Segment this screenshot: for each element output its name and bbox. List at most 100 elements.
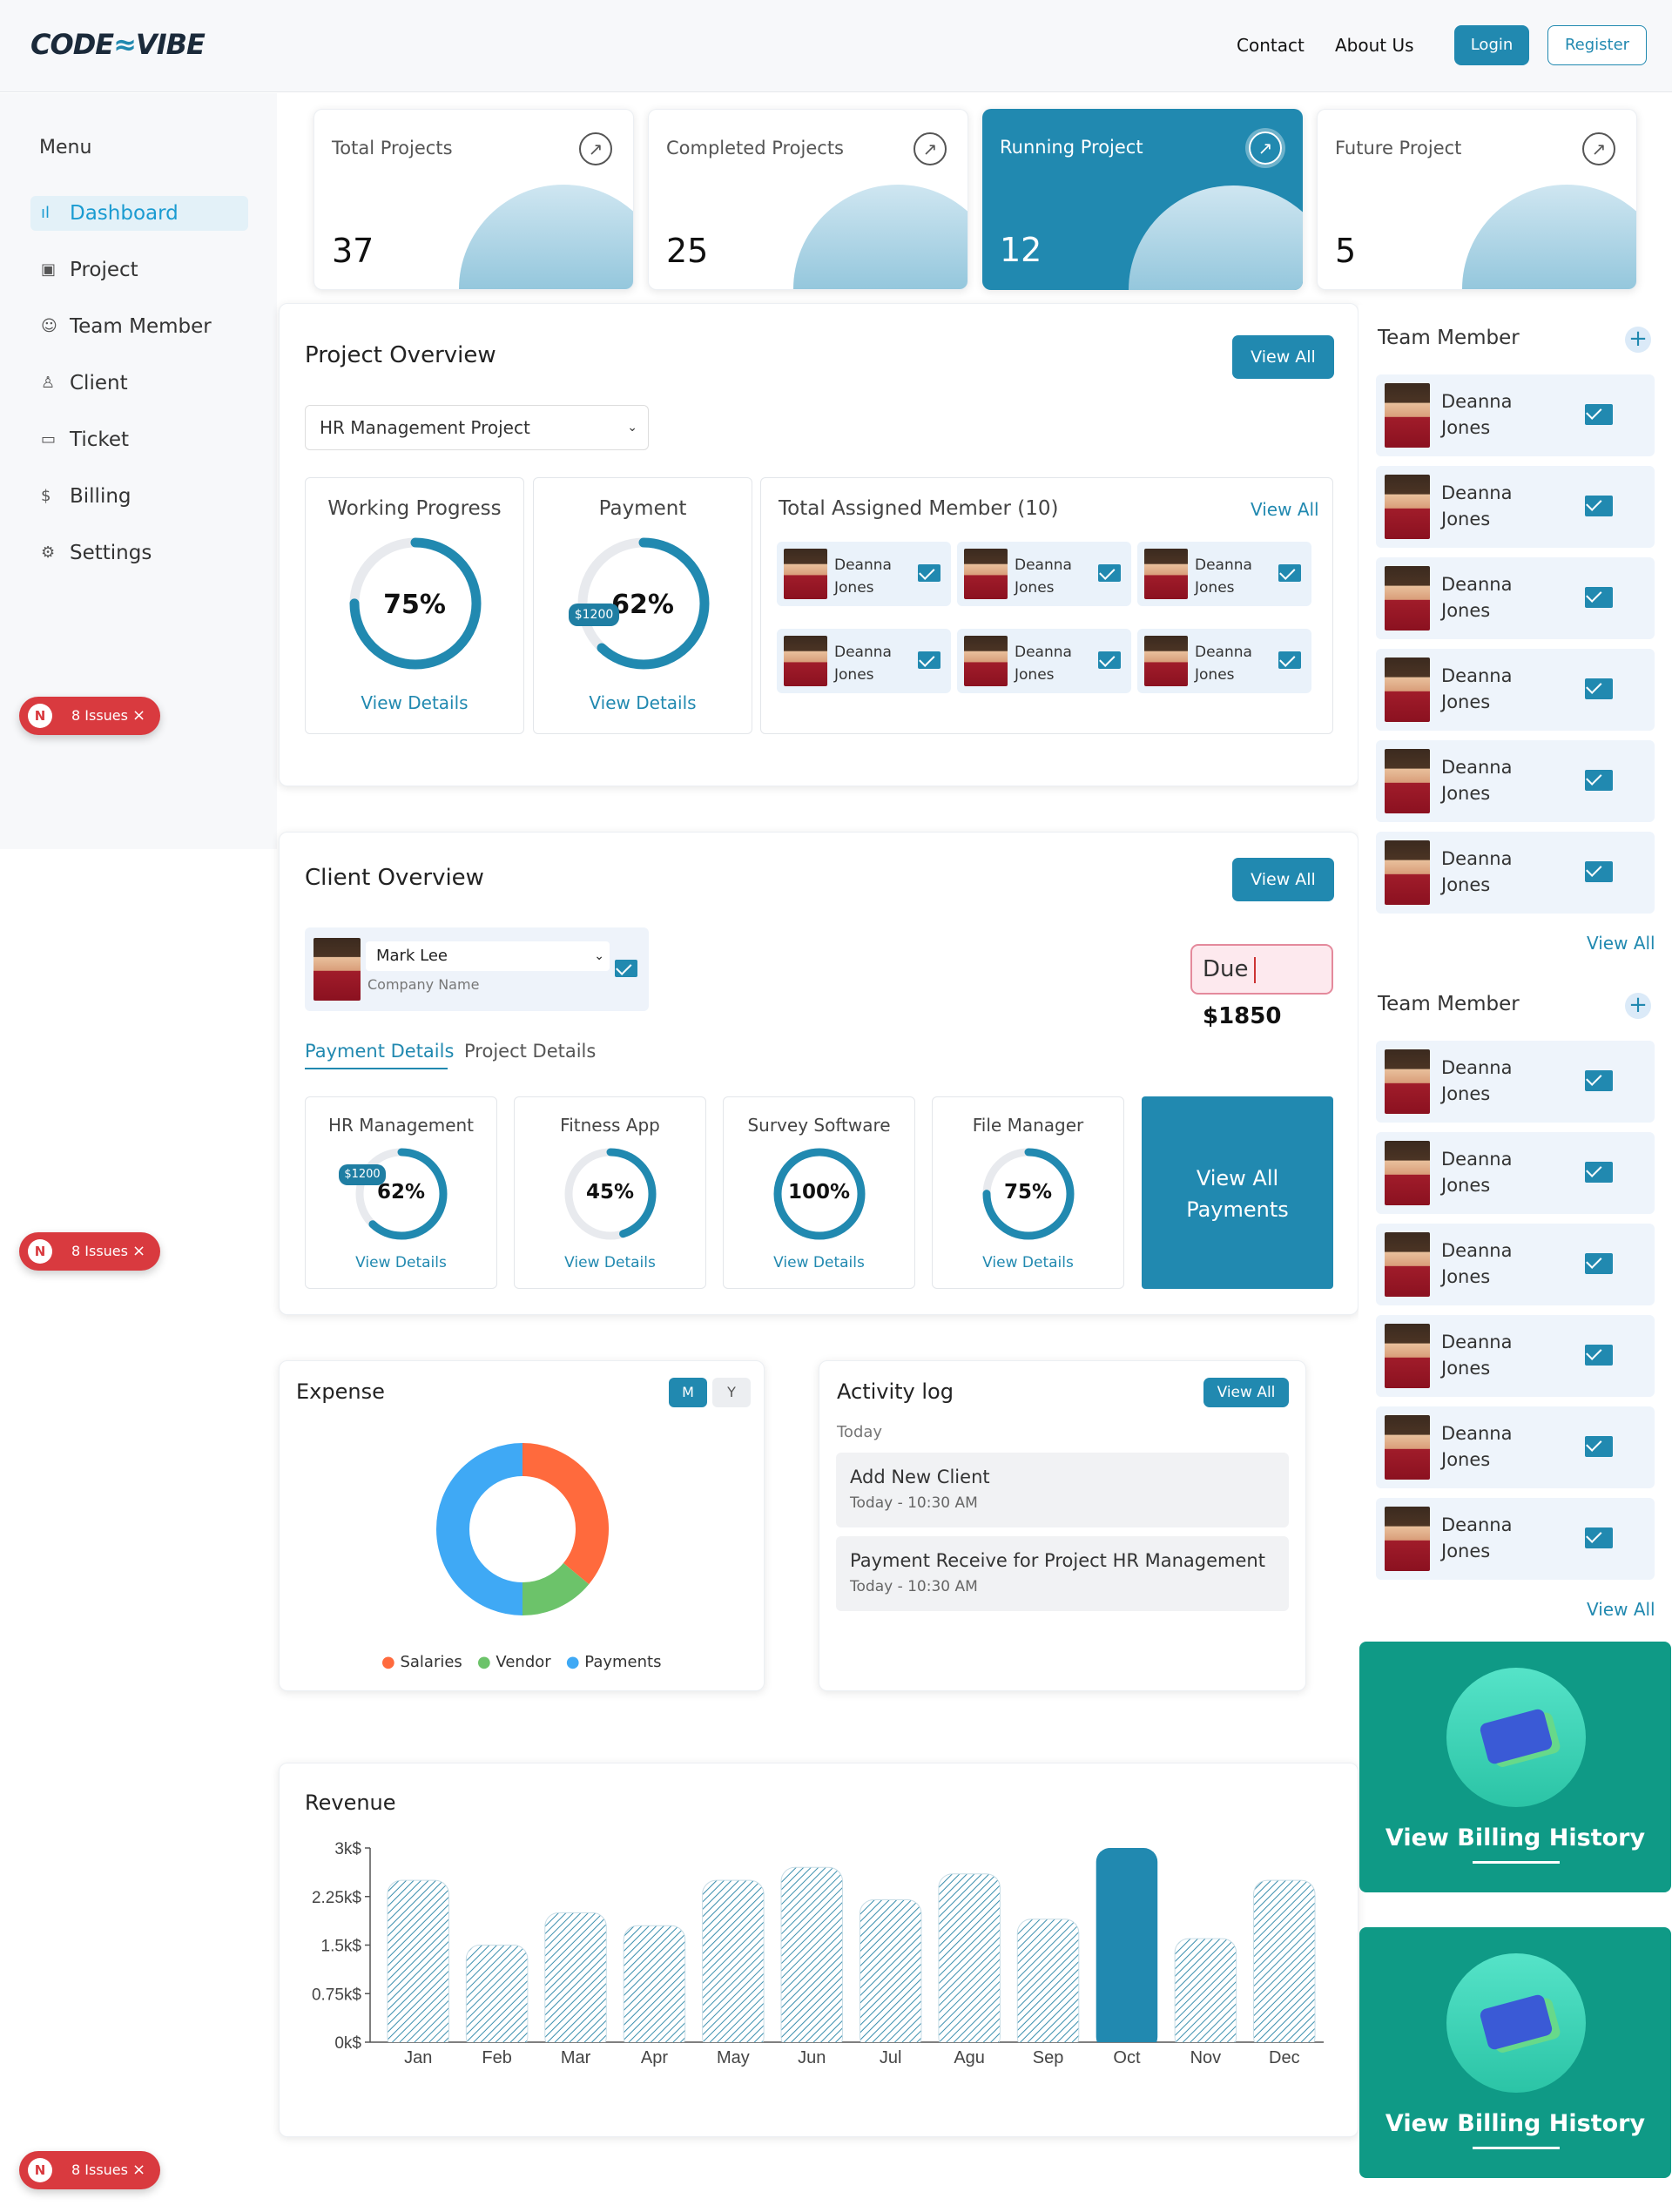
payment-view-details-link[interactable]: View Details [534,692,752,713]
mail-icon[interactable] [615,960,637,977]
assigned-member-card[interactable]: Deanna Jones [957,542,1131,606]
sidebar-item-dashboard[interactable]: ıl Dashboard [30,196,248,231]
team-member-card[interactable]: Deanna Jones [1376,740,1655,822]
activity-item[interactable]: Payment Receive for Project HR Managemen… [836,1536,1289,1611]
payment-detail-view-details-link[interactable]: View Details [933,1254,1123,1271]
billing-underline [1473,2147,1560,2149]
payment-amount-pill: $1200 [339,1164,386,1185]
arrow-up-right-icon[interactable]: ↗ [1582,132,1615,165]
mail-icon[interactable] [1585,1070,1613,1091]
sidebar-item-project[interactable]: ▣ Project [30,253,248,287]
top-header: CODE≈VIBE Contact About Us Login Registe… [0,0,1672,92]
sidebar-item-ticket[interactable]: ▭ Ticket [30,422,248,457]
member-name: Deanna Jones [1441,480,1512,532]
arrow-up-right-icon[interactable]: ↗ [1249,132,1282,165]
team-member-view-all-link[interactable]: View All [1587,933,1655,954]
mail-icon[interactable] [1098,564,1121,582]
avatar [1385,1415,1430,1480]
stat-card-running-project[interactable]: Running Project ↗ 12 [982,109,1303,290]
team-member-card[interactable]: Deanna Jones [1376,466,1655,548]
team-member-card[interactable]: Deanna Jones [1376,1406,1655,1488]
issues-badge[interactable]: N8 Issues × [19,1232,160,1271]
close-icon[interactable]: × [132,697,145,735]
client-name-select[interactable]: Mark Lee ⌄ [366,941,610,971]
assigned-member-card[interactable]: Deanna Jones [777,542,951,606]
team-member-card[interactable]: Deanna Jones [1376,832,1655,914]
team-member-card[interactable]: Deanna Jones [1376,374,1655,456]
mail-icon[interactable] [1585,496,1613,516]
close-icon[interactable]: × [132,1232,145,1271]
avatar [1385,1049,1430,1114]
mail-icon[interactable] [1585,1345,1613,1366]
mail-icon[interactable] [1585,1162,1613,1183]
member-first-name: Deanna [834,644,892,661]
team-member-card[interactable]: Deanna Jones [1376,557,1655,639]
close-icon[interactable]: × [132,2151,145,2189]
activity-item[interactable]: Add New Client Today - 10:30 AM [836,1453,1289,1527]
tab-payment-details[interactable]: Payment Details [305,1041,454,1062]
nav-contact[interactable]: Contact [1237,35,1305,56]
mail-icon[interactable] [1585,1436,1613,1457]
project-select[interactable]: HR Management Project ⌄ [305,405,649,450]
payment-detail-view-details-link[interactable]: View Details [306,1254,496,1271]
team-member-card[interactable]: Deanna Jones [1376,1041,1655,1123]
member-last-name: Jones [1441,417,1491,438]
activity-view-all-button[interactable]: View All [1203,1378,1289,1407]
mail-icon[interactable] [1585,1527,1613,1548]
team-member-view-all-link[interactable]: View All [1587,1599,1655,1620]
nav-about-us[interactable]: About Us [1335,35,1414,56]
sidebar-item-settings[interactable]: ⚙ Settings [30,536,248,570]
assigned-member-card[interactable]: Deanna Jones [777,629,951,693]
add-team-member-button[interactable]: + [1625,327,1651,353]
team-member-card[interactable]: Deanna Jones [1376,649,1655,731]
logo[interactable]: CODE≈VIBE [30,28,206,61]
assigned-member-card[interactable]: Deanna Jones [1137,629,1311,693]
project-overview-view-all-button[interactable]: View All [1232,335,1334,379]
mail-icon[interactable] [1585,678,1613,699]
mail-icon[interactable] [1278,651,1301,669]
sidebar-item-billing[interactable]: $ Billing [30,479,248,514]
assigned-member-card[interactable]: Deanna Jones [1137,542,1311,606]
view-billing-history-card[interactable]: View Billing History [1359,1642,1671,1892]
stat-card-completed-projects[interactable]: Completed Projects ↗ 25 [648,109,968,290]
mail-icon[interactable] [1585,770,1613,791]
arrow-up-right-icon[interactable]: ↗ [914,132,947,165]
sidebar-item-team-member[interactable]: ☺ Team Member [30,309,248,344]
sidebar-item-client[interactable]: ♙ Client [30,366,248,401]
mail-icon[interactable] [918,651,940,669]
view-billing-history-card[interactable]: View Billing History [1359,1927,1671,2178]
mail-icon[interactable] [1585,404,1613,425]
team-member-card[interactable]: Deanna Jones [1376,1132,1655,1214]
mail-icon[interactable] [1278,564,1301,582]
payment-detail-view-details-link[interactable]: View Details [515,1254,705,1271]
payment-detail-view-details-link[interactable]: View Details [724,1254,914,1271]
tab-project-details[interactable]: Project Details [464,1041,596,1062]
assigned-members-view-all-link[interactable]: View All [1251,499,1319,520]
team-member-card[interactable]: Deanna Jones [1376,1224,1655,1305]
team-member-card[interactable]: Deanna Jones [1376,1315,1655,1397]
member-last-name: Jones [1441,691,1491,712]
login-button[interactable]: Login [1454,25,1529,65]
team-member-card[interactable]: Deanna Jones [1376,1498,1655,1580]
assigned-member-card[interactable]: Deanna Jones [957,629,1131,693]
mail-icon[interactable] [918,564,940,582]
client-selector[interactable]: Mark Lee ⌄ Company Name [305,927,649,1011]
add-team-member-button[interactable]: + [1625,993,1651,1019]
mail-icon[interactable] [1098,651,1121,669]
stat-card-total-projects[interactable]: Total Projects ↗ 37 [314,109,634,290]
mail-icon[interactable] [1585,861,1613,882]
member-name: Deanna Jones [834,641,892,686]
member-first-name: Deanna [1015,556,1072,574]
mail-icon[interactable] [1585,1253,1613,1274]
view-all-payments-button[interactable]: View All Payments [1142,1096,1333,1289]
issues-badge[interactable]: N8 Issues × [19,697,160,735]
issues-badge[interactable]: N8 Issues × [19,2151,160,2189]
arrow-up-right-icon[interactable]: ↗ [579,132,612,165]
working-progress-view-details-link[interactable]: View Details [306,692,523,713]
client-overview-view-all-button[interactable]: View All [1232,858,1334,901]
expense-yearly-toggle[interactable]: Y [712,1378,751,1407]
register-button[interactable]: Register [1547,25,1647,65]
mail-icon[interactable] [1585,587,1613,608]
stat-card-future-project[interactable]: Future Project ↗ 5 [1317,109,1637,290]
expense-monthly-toggle[interactable]: M [669,1378,707,1407]
